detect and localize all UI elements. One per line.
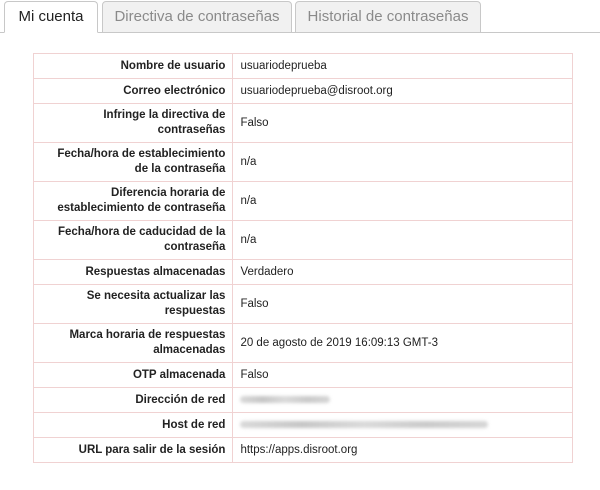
redacted-host-name [240, 420, 489, 428]
table-row: Dirección de red [32, 387, 573, 413]
row-label: Fecha/hora de caducidad de la contraseña [32, 220, 234, 260]
table-row: Nombre de usuario usuariodeprueba [32, 53, 573, 79]
table-row: Host de red [32, 412, 573, 438]
row-label: URL para salir de la sesión [32, 437, 234, 463]
row-value: Falso [232, 103, 573, 143]
row-value-redacted [232, 387, 573, 413]
table-row: Correo electrónico usuariodeprueba@disro… [32, 78, 573, 104]
row-label: Infringe la directiva de contraseñas [32, 103, 234, 143]
table-row: Infringe la directiva de contraseñas Fal… [32, 103, 573, 143]
row-value: n/a [232, 181, 573, 221]
redacted-ip-address [240, 395, 331, 403]
tab-bar: Mi cuenta Directiva de contraseñas Histo… [0, 0, 600, 33]
table-row: Se necesita actualizar las respuestas Fa… [32, 284, 573, 324]
table-row: Respuestas almacenadas Verdadero [32, 259, 573, 285]
tab-directiva-de-contrasenas[interactable]: Directiva de contraseñas [102, 1, 292, 33]
tab-mi-cuenta[interactable]: Mi cuenta [4, 1, 98, 33]
row-label: Respuestas almacenadas [32, 259, 234, 285]
row-value: 20 de agosto de 2019 16:09:13 GMT-3 [232, 323, 573, 363]
row-value-redacted [232, 412, 573, 438]
row-label: OTP almacenada [32, 362, 234, 388]
table-row: Fecha/hora de caducidad de la contraseña… [32, 220, 573, 260]
row-value: Verdadero [232, 259, 573, 285]
table-row: URL para salir de la sesión https://apps… [32, 437, 573, 463]
row-label: Marca horaria de respuestas almacenadas [32, 323, 234, 363]
row-label: Fecha/hora de establecimiento de la cont… [32, 142, 234, 182]
row-value: n/a [232, 220, 573, 260]
row-label: Se necesita actualizar las respuestas [32, 284, 234, 324]
row-value: https://apps.disroot.org [232, 437, 573, 463]
table-row: Diferencia horaria de establecimiento de… [32, 181, 573, 221]
row-value: usuariodeprueba [232, 53, 573, 79]
row-label: Correo electrónico [32, 78, 234, 104]
row-label: Diferencia horaria de establecimiento de… [32, 181, 234, 221]
row-value: Falso [232, 362, 573, 388]
tab-historial-de-contrasenas[interactable]: Historial de contraseñas [295, 1, 481, 33]
row-value: usuariodeprueba@disroot.org [232, 78, 573, 104]
row-label: Nombre de usuario [32, 53, 234, 79]
table-row: Fecha/hora de establecimiento de la cont… [32, 142, 573, 182]
table-row: Marca horaria de respuestas almacenadas … [32, 323, 573, 363]
row-value: n/a [232, 142, 573, 182]
row-value: Falso [232, 284, 573, 324]
row-label: Host de red [32, 412, 234, 438]
table-row: OTP almacenada Falso [32, 362, 573, 388]
account-info-table: Nombre de usuario usuariodeprueba Correo… [32, 53, 573, 463]
row-label: Dirección de red [32, 387, 234, 413]
